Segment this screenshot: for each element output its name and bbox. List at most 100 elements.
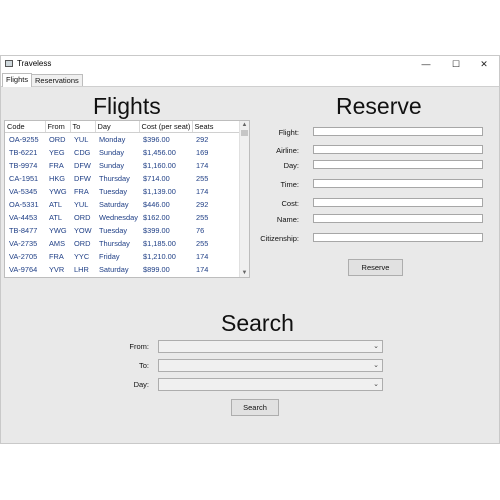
search-button[interactable]: Search	[231, 399, 279, 416]
search-from-label: From:	[129, 342, 149, 351]
cost-field[interactable]	[313, 198, 483, 207]
cell-code: VA-5345	[9, 187, 38, 196]
cell-from: FRA	[49, 161, 64, 170]
table-row[interactable]: TB-9974 FRA DFW Sunday $1,160.00 174	[5, 159, 240, 172]
cell-to: CDG	[74, 148, 91, 157]
cell-cost: $396.00	[143, 135, 170, 144]
cell-from: ATL	[49, 213, 63, 222]
close-button[interactable]: ✕	[469, 56, 499, 72]
table-row[interactable]: VA-4453 ATL ORD Wednesday $162.00 255	[5, 211, 240, 224]
cell-from: YWG	[49, 187, 67, 196]
cell-from: ATL	[49, 200, 63, 209]
cell-from: HKG	[49, 174, 66, 183]
day-field[interactable]	[313, 160, 483, 169]
tab-flights[interactable]: Flights	[2, 73, 33, 87]
airline-label: Airline:	[276, 146, 299, 155]
search-day-label: Day:	[133, 380, 149, 389]
cell-code: CA-1951	[9, 174, 39, 183]
cell-cost: $1,160.00	[143, 161, 176, 170]
cell-day: Wednesday	[99, 213, 138, 222]
title-bar[interactable]: Traveless — ☐ ✕	[1, 56, 499, 72]
cell-code: VA-2705	[9, 252, 38, 261]
table-row[interactable]: CA-1951 HKG DFW Thursday $714.00 255	[5, 172, 240, 185]
table-row[interactable]: VA-2705 FRA YYC Friday $1,210.00 174	[5, 250, 240, 263]
cell-code: OA-5331	[9, 200, 39, 209]
search-to-label: To:	[138, 361, 149, 370]
cell-from: YVR	[49, 265, 65, 274]
table-row[interactable]: VA-2735 AMS ORD Thursday $1,185.00 255	[5, 237, 240, 250]
cell-day: Sunday	[99, 161, 125, 170]
cell-from: YEG	[49, 148, 65, 157]
cell-code: TB-6221	[9, 148, 38, 157]
cell-day: Thursday	[99, 174, 130, 183]
column-header-to[interactable]: To	[70, 121, 96, 133]
tab-reservations[interactable]: Reservations	[31, 74, 83, 86]
cell-day: Thursday	[99, 239, 130, 248]
cell-code: VA-4453	[9, 213, 38, 222]
airline-field[interactable]	[313, 145, 483, 154]
cell-cost: $162.00	[143, 213, 170, 222]
app-window: Traveless — ☐ ✕ Flights Reservations Fli…	[0, 55, 500, 444]
reserve-button[interactable]: Reserve	[348, 259, 403, 276]
to-dropdown[interactable]: ⌄	[158, 359, 383, 372]
cell-cost: $899.00	[143, 265, 170, 274]
cell-cost: $1,210.00	[143, 252, 176, 261]
chevron-down-icon[interactable]: ▼	[240, 269, 249, 277]
cell-cost: $446.00	[143, 200, 170, 209]
table-row[interactable]: VA-9764 YVR LHR Saturday $899.00 174	[5, 263, 240, 276]
time-field[interactable]	[313, 179, 483, 188]
cell-from: AMS	[49, 239, 66, 248]
time-label: Time:	[280, 180, 299, 189]
flights-grid[interactable]: Code From To Day Cost (per seat) Seats O…	[4, 120, 250, 278]
cell-code: TB-9974	[9, 161, 38, 170]
reserve-heading: Reserve	[336, 93, 422, 119]
table-row[interactable]: TB-6221 YEG CDG Sunday $1,456.00 169	[5, 146, 240, 159]
cell-seats: 174	[196, 252, 209, 261]
cell-to: YUL	[74, 135, 89, 144]
cell-seats: 174	[196, 265, 209, 274]
day-dropdown[interactable]: ⌄	[158, 378, 383, 391]
column-header-code[interactable]: Code	[5, 121, 46, 133]
cell-day: Sunday	[99, 148, 125, 157]
cell-to: DFW	[74, 174, 91, 183]
cell-to: FRA	[74, 187, 89, 196]
day-label: Day:	[283, 161, 299, 170]
citizenship-field[interactable]	[313, 233, 483, 242]
table-row[interactable]: OA-9255 ORD YUL Monday $396.00 292	[5, 133, 240, 147]
tab-strip: Flights Reservations	[1, 72, 499, 87]
flight-label: Flight:	[278, 128, 299, 137]
column-header-from[interactable]: From	[45, 121, 71, 133]
cell-day: Friday	[99, 252, 120, 261]
chevron-down-icon: ⌄	[373, 362, 379, 369]
cell-cost: $1,456.00	[143, 148, 176, 157]
cell-cost: $1,139.00	[143, 187, 176, 196]
chevron-down-icon: ⌄	[373, 381, 379, 388]
cell-day: Saturday	[99, 265, 129, 274]
flights-heading: Flights	[93, 93, 161, 119]
column-header-day[interactable]: Day	[95, 121, 140, 133]
search-heading: Search	[221, 310, 294, 336]
flight-field[interactable]	[313, 127, 483, 136]
table-row[interactable]: OA-5331 ATL YUL Saturday $446.00 292	[5, 198, 240, 211]
cell-day: Tuesday	[99, 226, 128, 235]
table-row[interactable]: VA-5345 YWG FRA Tuesday $1,139.00 174	[5, 185, 240, 198]
name-field[interactable]	[313, 214, 483, 223]
cell-code: VA-9764	[9, 265, 38, 274]
cell-to: YOW	[74, 226, 92, 235]
cell-to: YUL	[74, 200, 89, 209]
cell-code: TB-8477	[9, 226, 38, 235]
window-title: Traveless	[17, 59, 52, 68]
column-header-cost[interactable]: Cost (per seat)	[139, 121, 193, 133]
cell-to: ORD	[74, 213, 91, 222]
cost-label: Cost:	[281, 199, 299, 208]
cell-from: FRA	[49, 252, 64, 261]
name-label: Name:	[276, 215, 299, 224]
from-dropdown[interactable]: ⌄	[158, 340, 383, 353]
table-row[interactable]: TB-8477 YWG YOW Tuesday $399.00 76	[5, 224, 240, 237]
cell-cost: $1,185.00	[143, 239, 176, 248]
cell-from: ORD	[49, 135, 66, 144]
cell-day: Saturday	[99, 200, 129, 209]
chevron-down-icon: ⌄	[373, 343, 379, 350]
minimize-button[interactable]: —	[411, 56, 441, 72]
maximize-button[interactable]: ☐	[441, 56, 471, 72]
